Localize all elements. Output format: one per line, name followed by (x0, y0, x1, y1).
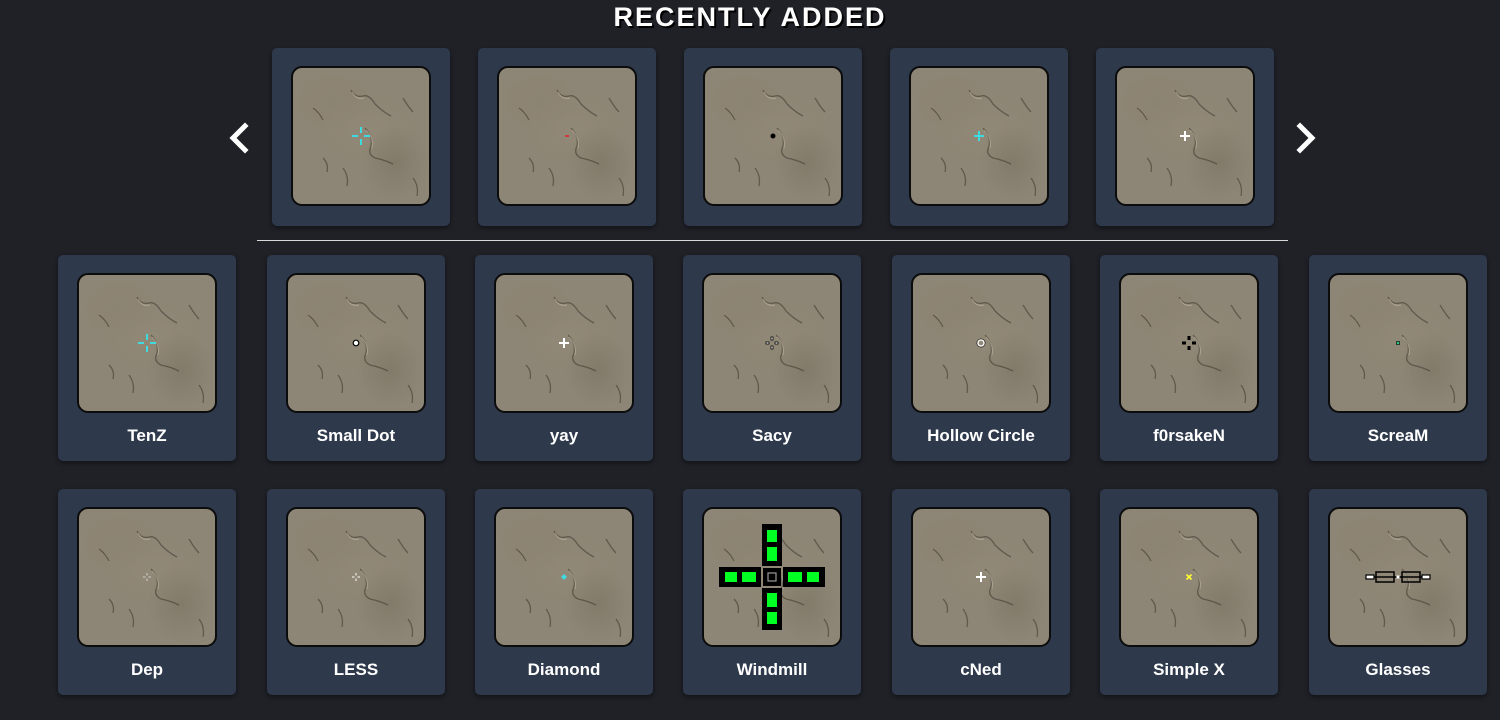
crosshair-preview (494, 273, 634, 413)
crosshair-preview (1119, 507, 1259, 647)
cyan-diamond-crosshair-icon (561, 574, 567, 580)
black-dot-crosshair-icon (770, 133, 776, 139)
crosshair-preview (77, 507, 217, 647)
green-dot-crosshair-icon (1396, 341, 1400, 345)
crosshair-preview (1328, 273, 1468, 413)
crosshair-gallery: RECENTLY ADDED TenZ Small Dot yay Sacy Hollo… (0, 0, 1500, 720)
crosshair-name: Diamond (527, 660, 601, 679)
crosshair-name: TenZ (127, 426, 167, 445)
crosshair-card[interactable]: LESS (267, 489, 445, 695)
cyan-plus-crosshair-icon (974, 131, 984, 141)
white-plus-crosshair-icon (1180, 131, 1190, 141)
green-windmill-crosshair-icon (719, 524, 825, 630)
cyan-gap-cross-crosshair-icon (138, 334, 156, 352)
tiny-gap-cross-crosshair-icon (143, 573, 151, 581)
cyan-gap-cross-crosshair-icon (352, 127, 370, 145)
crosshair-preview (1328, 507, 1468, 647)
red-dot-crosshair-icon (565, 135, 569, 137)
crosshair-card[interactable]: Dep (58, 489, 236, 695)
chevron-right-icon[interactable] (1292, 118, 1322, 158)
tiny-white-cross-crosshair-icon (352, 573, 360, 581)
crosshair-card[interactable]: Glasses (1309, 489, 1487, 695)
crosshair-preview (702, 507, 842, 647)
outlined-dot-crosshair-icon (352, 339, 360, 347)
black-gap-cross-crosshair-icon (1182, 336, 1196, 350)
crosshair-name: Hollow Circle (927, 426, 1035, 445)
crosshair-card[interactable]: yay (475, 255, 653, 461)
crosshair-name: yay (549, 426, 579, 445)
crosshair-name: Simple X (1153, 660, 1225, 679)
crosshair-preview (703, 66, 843, 206)
crosshair-name: Dep (130, 660, 164, 679)
crosshair-card[interactable]: Windmill (683, 489, 861, 695)
crosshair-preview (286, 507, 426, 647)
crosshair-card[interactable]: Hollow Circle (892, 255, 1070, 461)
crosshair-card[interactable]: cNed (892, 489, 1070, 695)
carousel-card[interactable] (272, 48, 450, 226)
crosshair-card[interactable]: Diamond (475, 489, 653, 695)
crosshair-preview (909, 66, 1049, 206)
outlined-gap-cross-crosshair-icon (765, 336, 779, 350)
carousel-card[interactable] (890, 48, 1068, 226)
crosshair-name: LESS (333, 660, 379, 679)
carousel-card[interactable] (684, 48, 862, 226)
crosshair-preview (1115, 66, 1255, 206)
crosshair-preview (702, 273, 842, 413)
crosshair-card[interactable]: Simple X (1100, 489, 1278, 695)
carousel-card[interactable] (478, 48, 656, 226)
crosshair-name: Small Dot (316, 426, 396, 445)
crosshair-preview (286, 273, 426, 413)
yellow-x-crosshair-icon (1185, 573, 1193, 581)
crosshair-name: Sacy (752, 426, 792, 445)
crosshair-preview (291, 66, 431, 206)
crosshair-name: Glasses (1365, 660, 1431, 679)
chevron-left-icon[interactable] (223, 118, 253, 158)
crosshair-card[interactable]: ScreaM (1309, 255, 1487, 461)
white-plus-crosshair-icon (559, 338, 569, 348)
crosshair-name: ScreaM (1367, 426, 1429, 445)
section-title: RECENTLY ADDED (613, 2, 887, 32)
crosshair-name: Windmill (736, 660, 808, 679)
crosshair-preview (1119, 273, 1259, 413)
carousel-card[interactable] (1096, 48, 1274, 226)
crosshair-card[interactable]: Sacy (683, 255, 861, 461)
divider (257, 240, 1288, 241)
crosshair-card[interactable]: f0rsakeN (1100, 255, 1278, 461)
crosshair-preview (911, 507, 1051, 647)
crosshair-preview (497, 66, 637, 206)
crosshair-preview (77, 273, 217, 413)
crosshair-card[interactable]: Small Dot (267, 255, 445, 461)
crosshair-name: cNed (960, 660, 1002, 679)
crosshair-preview (911, 273, 1051, 413)
white-plus-crosshair-icon (976, 572, 986, 582)
glasses-crosshair-icon (1365, 571, 1431, 583)
hollow-circle-crosshair-icon (976, 338, 986, 348)
crosshair-card[interactable]: TenZ (58, 255, 236, 461)
crosshair-name: f0rsakeN (1153, 426, 1225, 445)
crosshair-preview (494, 507, 634, 647)
